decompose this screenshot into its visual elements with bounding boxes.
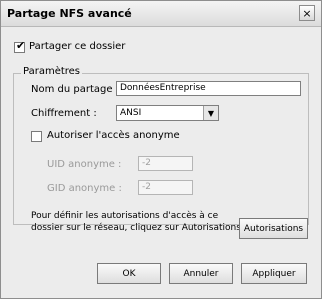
share-name-input[interactable]: DonnéesEntreprise — [116, 81, 301, 96]
encryption-selected-value: ANSI — [120, 108, 142, 118]
encryption-select[interactable]: ANSI ▼ — [116, 105, 219, 121]
anonymous-access-checkbox[interactable] — [31, 131, 42, 142]
nfs-advanced-sharing-dialog: Partage NFS avancé × ✔ Partager ce dossi… — [0, 0, 322, 299]
check-icon: ✔ — [16, 39, 26, 52]
anonymous-access-label: Autoriser l'accès anonyme — [47, 130, 180, 141]
permissions-button[interactable]: Autorisations — [239, 218, 308, 239]
close-icon: × — [302, 6, 312, 20]
apply-button[interactable]: Appliquer — [241, 263, 307, 284]
permissions-text-line2: dossier sur le réseau, cliquez sur Autor… — [31, 223, 244, 233]
gid-input[interactable]: -2 — [138, 180, 193, 195]
share-folder-checkbox[interactable]: ✔ — [14, 39, 26, 53]
dropdown-arrow-icon[interactable]: ▼ — [203, 106, 218, 120]
title-bar: Partage NFS avancé × — [1, 1, 321, 27]
share-folder-label: Partager ce dossier — [29, 41, 126, 52]
parameters-group-title: Paramètres — [21, 66, 83, 77]
encryption-label: Chiffrement : — [31, 108, 97, 119]
dialog-title: Partage NFS avancé — [7, 7, 132, 20]
share-name-label: Nom du partage : — [31, 84, 120, 95]
close-button[interactable]: × — [299, 5, 315, 21]
ok-button[interactable]: OK — [97, 263, 161, 284]
permissions-text-line1: Pour définir les autorisations d'accès à… — [31, 211, 219, 221]
uid-label: UID anonyme : — [47, 159, 122, 170]
cancel-button[interactable]: Annuler — [169, 263, 233, 284]
uid-input[interactable]: -2 — [138, 156, 193, 171]
gid-label: GID anonyme : — [47, 183, 122, 194]
